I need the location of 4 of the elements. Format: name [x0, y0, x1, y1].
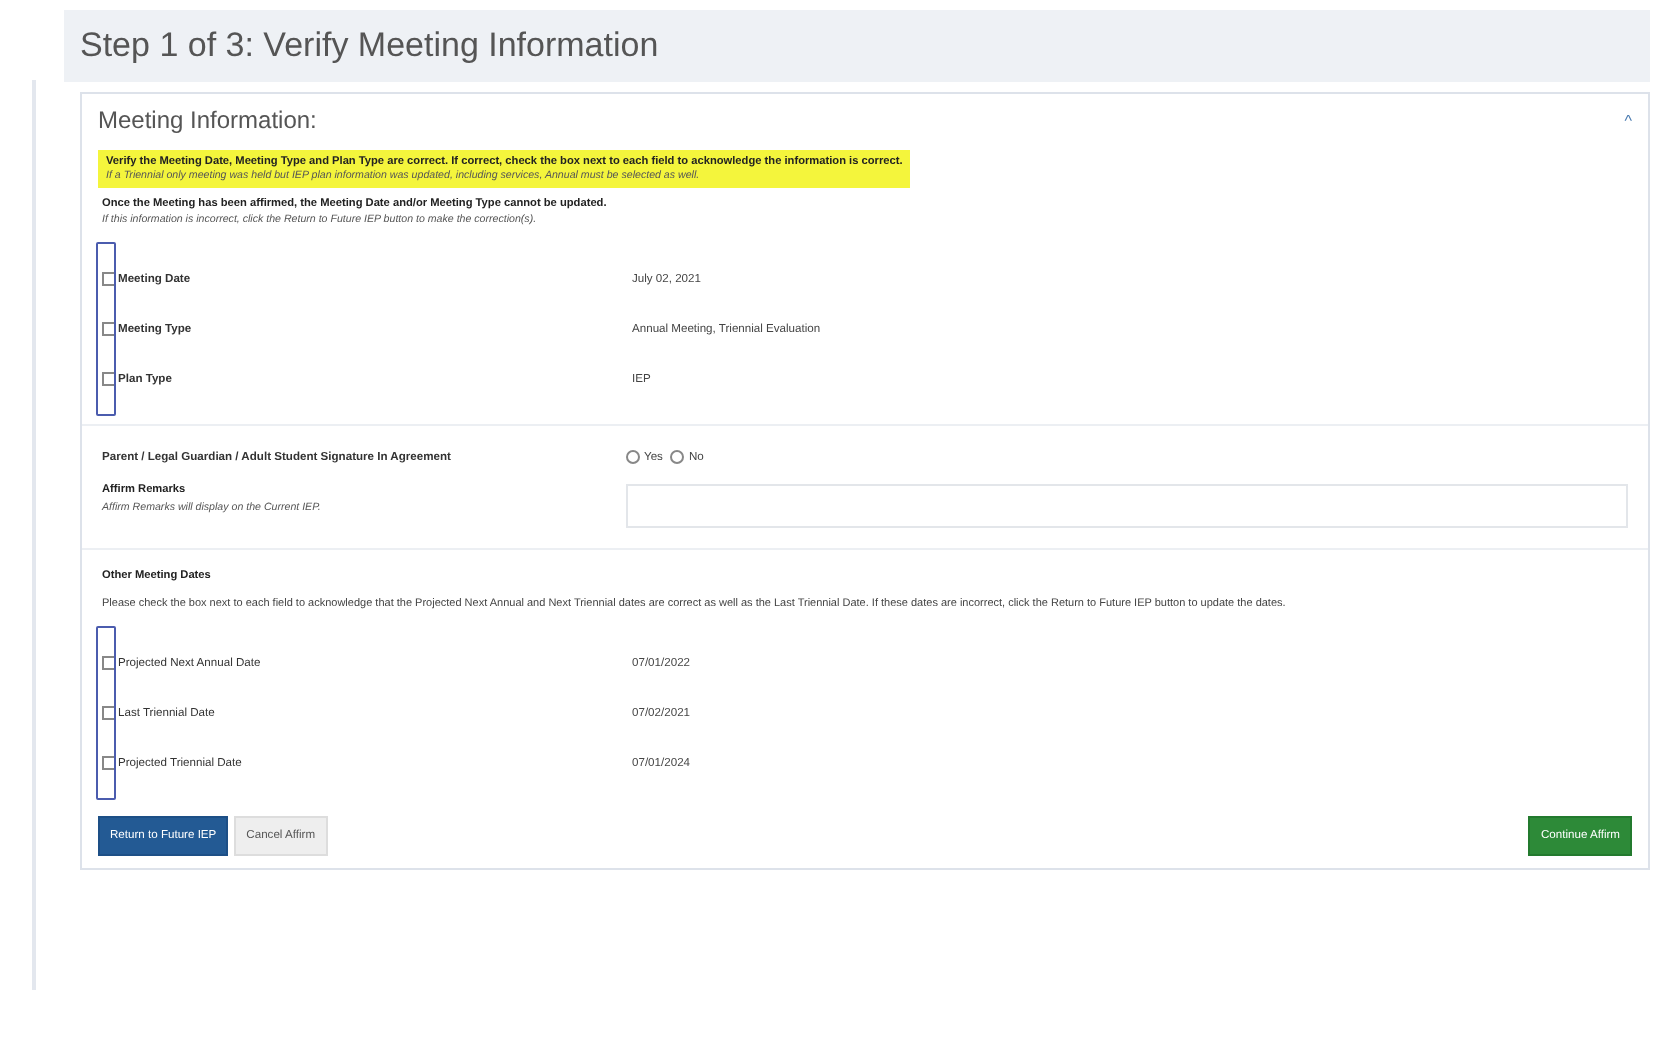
collapse-toggle[interactable]: ^	[1624, 111, 1632, 129]
section-title: Meeting Information:	[98, 106, 317, 134]
remarks-field[interactable]	[626, 484, 1628, 528]
page-title: Step 1 of 3: Verify Meeting Information	[80, 26, 659, 66]
